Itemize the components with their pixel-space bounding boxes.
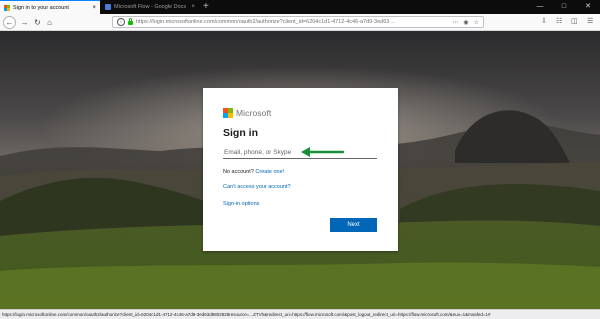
bookmark-star-icon[interactable]: ☆ bbox=[474, 19, 479, 26]
address-bar[interactable]: i https://login.microsoftonline.com/comm… bbox=[112, 16, 484, 28]
microsoft-logo-icon bbox=[4, 4, 10, 11]
next-button[interactable]: Next bbox=[330, 218, 377, 232]
tab-label: Sign in to your account bbox=[13, 4, 69, 11]
no-account-row: No account? Create one! bbox=[223, 169, 284, 175]
brand-name: Microsoft bbox=[236, 108, 272, 118]
back-arrow-icon: ← bbox=[5, 18, 14, 27]
new-tab-button[interactable]: + bbox=[203, 1, 209, 13]
no-account-text: No account? bbox=[223, 169, 254, 175]
forward-arrow-icon: → bbox=[20, 18, 29, 27]
library-icon[interactable]: ☷ bbox=[556, 17, 562, 27]
tab-strip: Sign in to your account × Microsoft Flow… bbox=[0, 0, 600, 14]
page-title: Sign in bbox=[223, 127, 258, 139]
lock-icon[interactable] bbox=[128, 18, 133, 25]
tab-sign-in[interactable]: Sign in to your account × bbox=[0, 0, 100, 14]
minimize-icon[interactable]: — bbox=[528, 0, 552, 14]
close-window-icon[interactable]: ✕ bbox=[576, 0, 600, 14]
menu-icon[interactable]: ☰ bbox=[587, 17, 593, 27]
page-actions-icon[interactable]: ⋯ bbox=[452, 19, 458, 26]
reload-icon: ↻ bbox=[34, 18, 41, 27]
forward-button[interactable]: → bbox=[18, 16, 31, 29]
url-text[interactable]: https://login.microsoftonline.com/common… bbox=[136, 19, 389, 25]
downloads-icon[interactable]: ⇩ bbox=[541, 17, 547, 27]
sign-in-options-link[interactable]: Sign-in options bbox=[223, 201, 259, 207]
microsoft-logo: Microsoft bbox=[223, 108, 271, 118]
email-field[interactable] bbox=[223, 146, 377, 159]
maximize-icon[interactable]: □ bbox=[552, 0, 576, 14]
docs-icon bbox=[105, 4, 111, 10]
tab-label: Microsoft Flow - Google Docs bbox=[114, 4, 187, 10]
create-account-link[interactable]: Create one! bbox=[255, 169, 284, 175]
navigation-bar: ← → ↻ ⌂ i https://login.microsoftonline.… bbox=[0, 14, 600, 31]
home-button[interactable]: ⌂ bbox=[43, 16, 56, 29]
sidebar-icon[interactable]: ◫ bbox=[571, 17, 578, 27]
status-bar-url: https://login.microsoftonline.com/common… bbox=[0, 309, 600, 319]
microsoft-logo-icon bbox=[223, 108, 233, 118]
close-icon[interactable]: × bbox=[191, 4, 195, 10]
url-ellipsis: ... bbox=[390, 19, 395, 25]
back-button[interactable]: ← bbox=[3, 16, 16, 29]
home-icon: ⌂ bbox=[47, 18, 52, 27]
pocket-icon[interactable]: ◉ bbox=[463, 19, 468, 26]
sign-in-card: Microsoft Sign in No account? Create one… bbox=[203, 88, 398, 251]
green-arrow-icon bbox=[301, 147, 345, 157]
cant-access-link[interactable]: Can’t access your account? bbox=[223, 184, 291, 190]
info-icon[interactable]: i bbox=[117, 18, 125, 26]
close-icon[interactable]: × bbox=[92, 5, 96, 11]
tab-flow-docs[interactable]: Microsoft Flow - Google Docs × bbox=[101, 0, 199, 14]
